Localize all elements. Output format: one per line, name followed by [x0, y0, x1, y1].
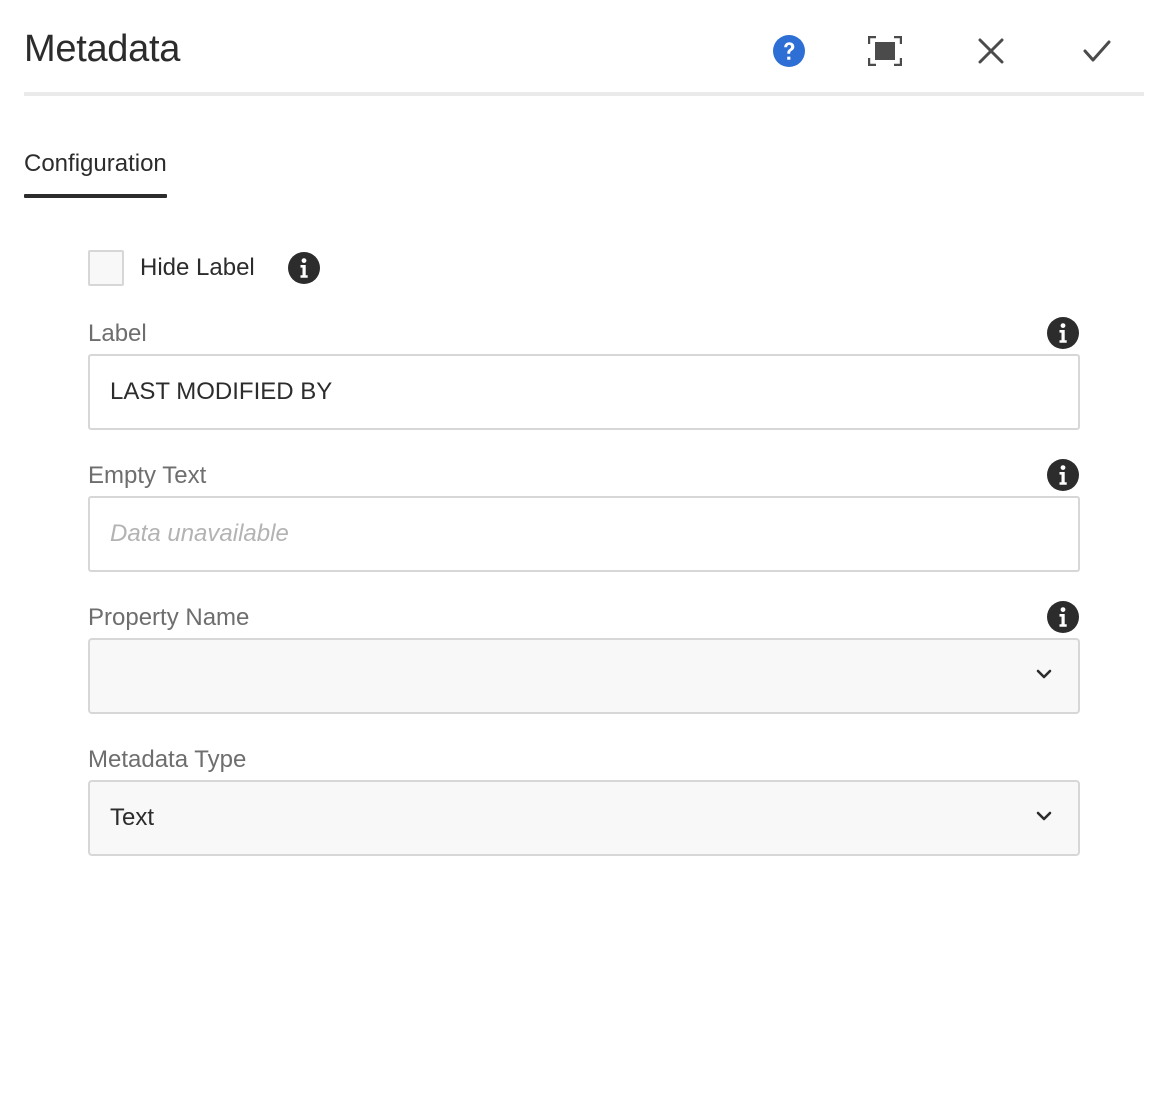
done-button[interactable]: [1072, 26, 1122, 76]
metadata-type-select[interactable]: Text: [88, 780, 1080, 856]
help-icon: [773, 35, 805, 67]
selected-tab-indicator: [24, 194, 167, 198]
hide-label-checkbox[interactable]: [88, 250, 124, 286]
info-icon[interactable]: [1046, 458, 1080, 492]
metadata-type-field-label: Metadata Type: [88, 746, 247, 773]
property-name-select[interactable]: [88, 638, 1080, 714]
tab-configuration[interactable]: Configuration: [24, 140, 167, 198]
metadata-dialog: Metadata Configuration Hide Label Label …: [0, 0, 1172, 1112]
checkmark-icon: [1083, 40, 1111, 62]
label-input[interactable]: [88, 354, 1080, 430]
empty-text-input[interactable]: [88, 496, 1080, 572]
property-name-field-label: Property Name: [88, 604, 250, 631]
fullscreen-button[interactable]: [860, 26, 910, 76]
close-button[interactable]: [966, 26, 1016, 76]
label-field-label: Label: [88, 320, 147, 347]
dialog-title: Metadata: [24, 28, 181, 70]
chevron-down-icon: [1036, 669, 1052, 679]
chevron-down-icon: [1036, 811, 1052, 821]
fullscreen-icon: [868, 36, 902, 66]
hide-label-text[interactable]: Hide Label: [140, 254, 255, 282]
help-button[interactable]: [764, 26, 814, 76]
close-icon: [978, 38, 1004, 64]
metadata-type-selected-value: Text: [110, 804, 155, 831]
empty-text-field-label: Empty Text: [88, 462, 207, 489]
dialog-header: Metadata: [24, 0, 1144, 96]
info-icon[interactable]: [287, 251, 321, 285]
tab-configuration-label: Configuration: [24, 150, 167, 177]
hide-label-row: Hide Label: [88, 248, 321, 288]
tab-list: Configuration: [24, 140, 167, 200]
info-icon[interactable]: [1046, 316, 1080, 350]
info-icon[interactable]: [1046, 600, 1080, 634]
